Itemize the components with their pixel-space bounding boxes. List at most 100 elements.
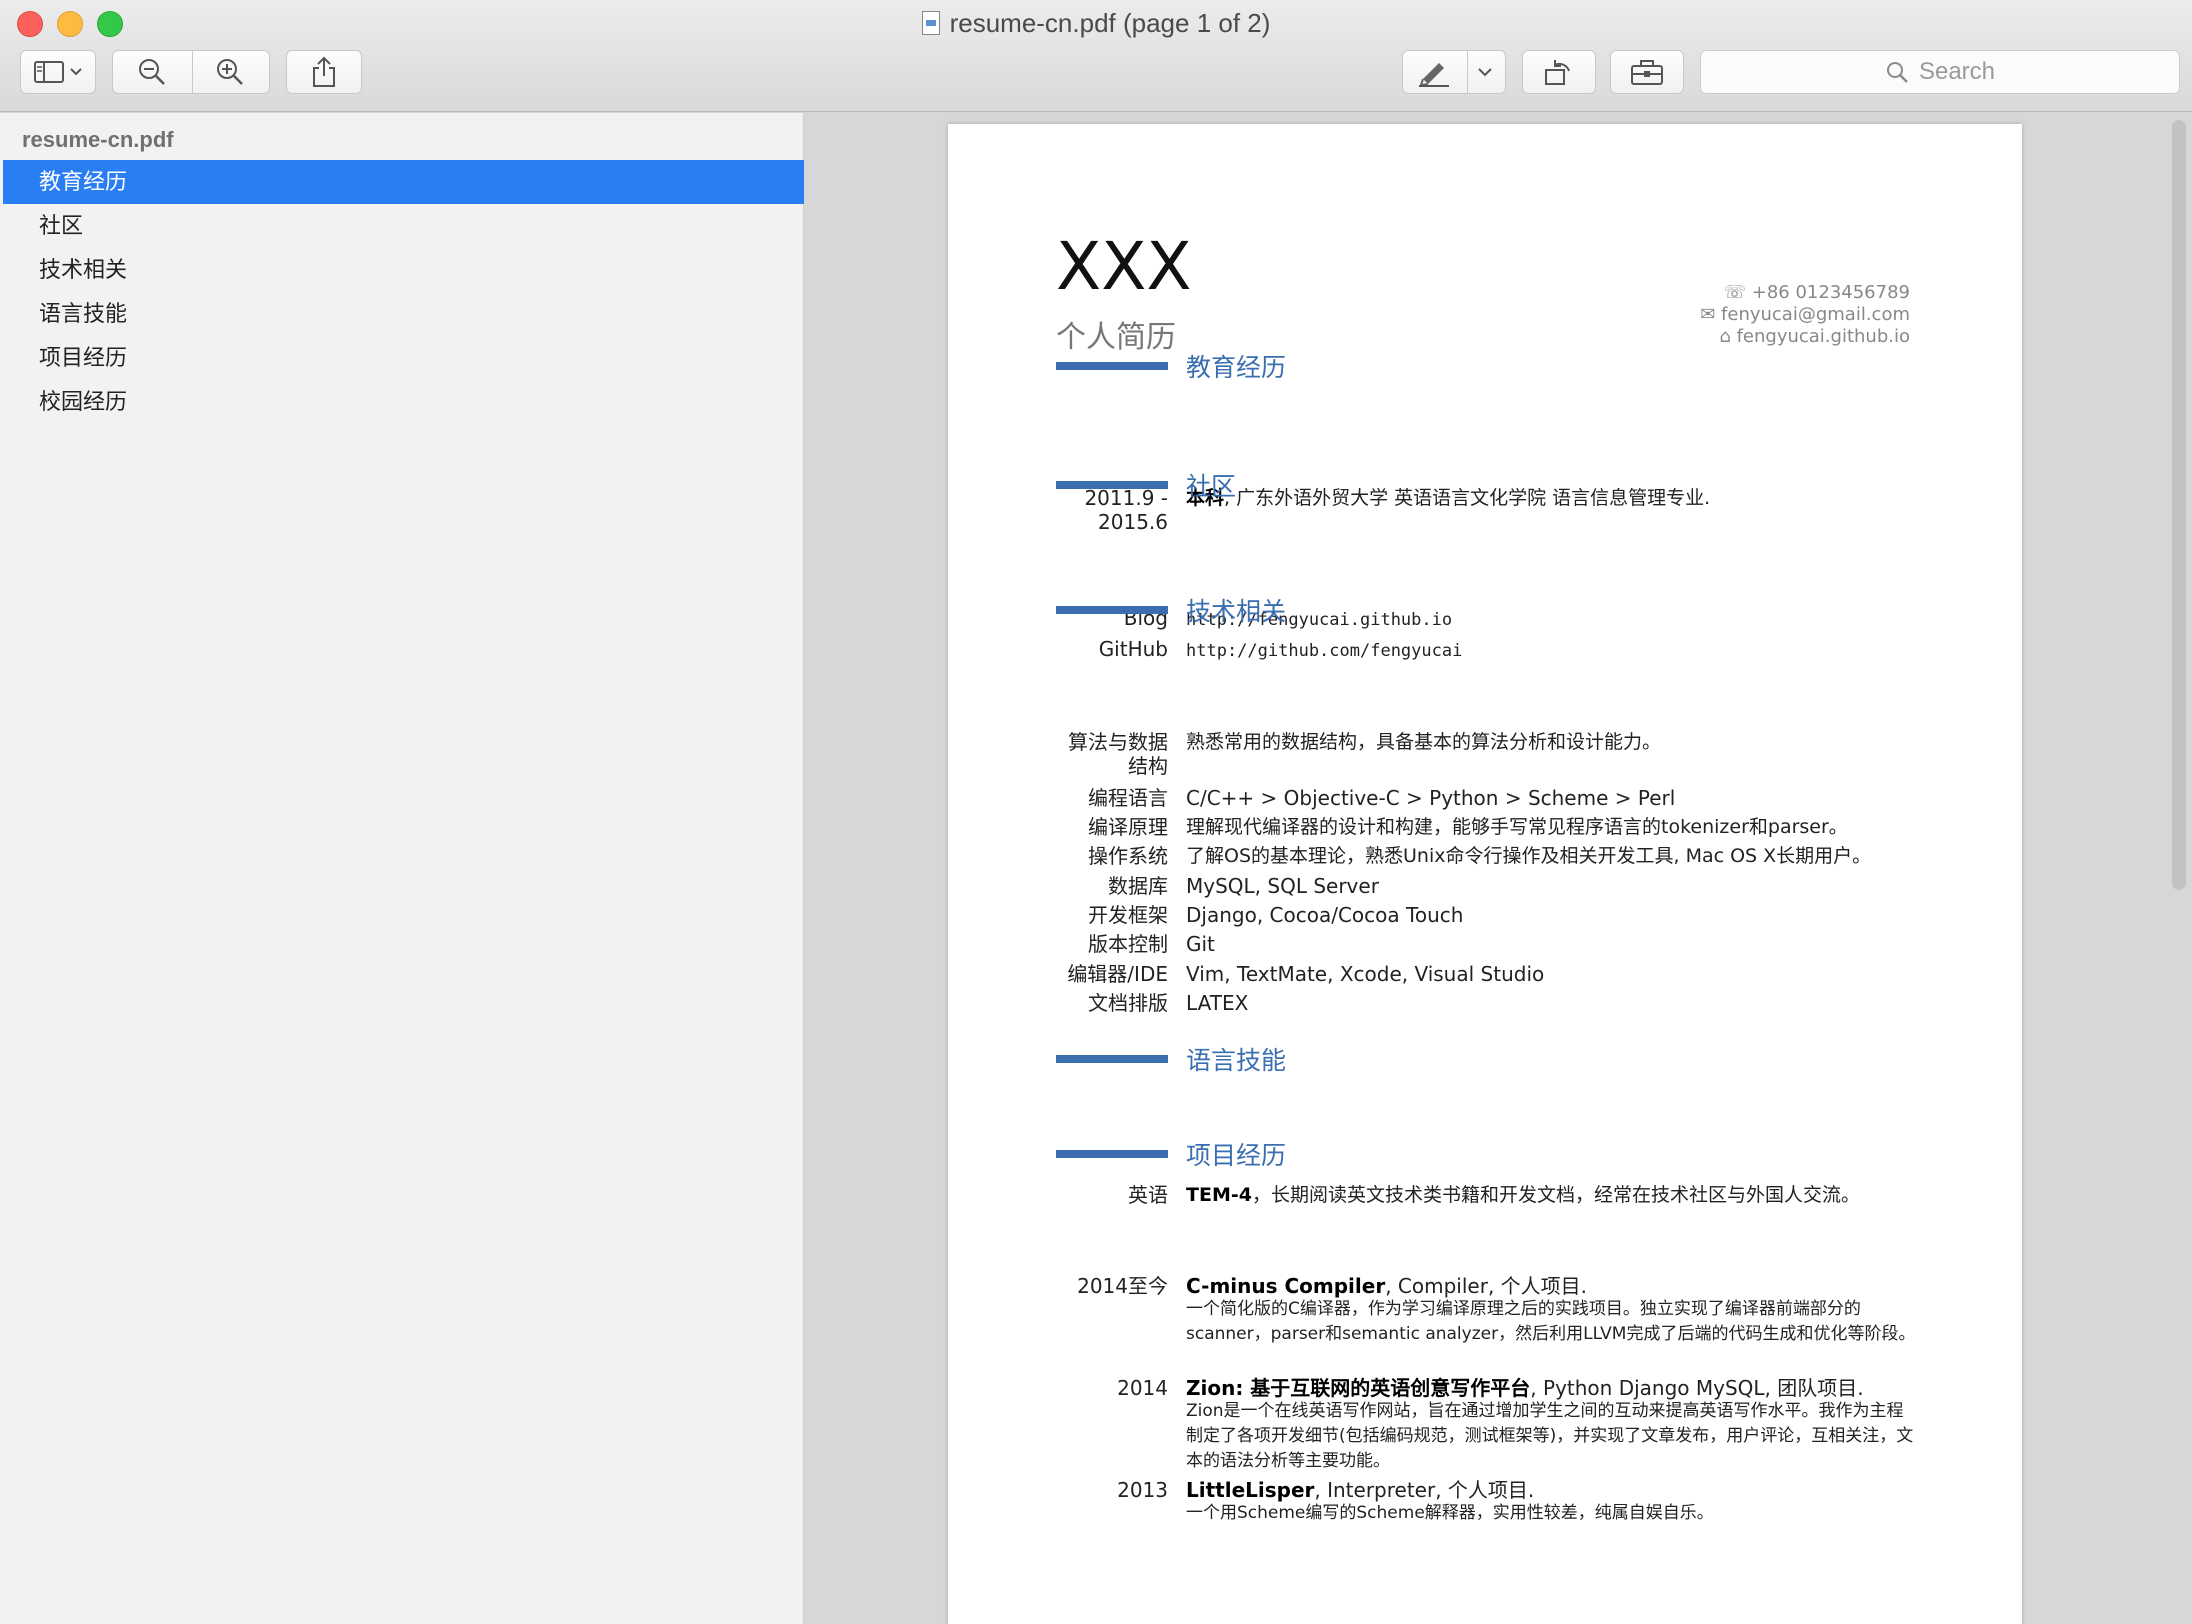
markup-control xyxy=(1402,50,1506,94)
section-title-tech: 技术相关 xyxy=(1186,597,1287,626)
outline-sidebar: resume-cn.pdf 教育经历 社区 技术相关 语言技能 项目经历 校园经… xyxy=(0,113,804,1624)
language-desc: ，长期阅读英文技术类书籍和开发文档，经常在技术社区与外国人交流。 xyxy=(1251,1184,1860,1206)
project-desc: 一个用Scheme编写的Scheme解释器，实用性较差，纯属自娱自乐。 xyxy=(1186,1503,1714,1523)
tech-label-algo: 算法与数据 xyxy=(1068,730,1168,754)
tech-value: LATEX xyxy=(1186,991,1249,1015)
project-desc: Zion是一个在线英语写作网站，旨在通过增加学生之间的互动来提高英语写作水平。我… xyxy=(1186,1401,1914,1471)
project-name: LittleLisper xyxy=(1186,1478,1315,1502)
site-line: ⌂ fengyucai.github.io xyxy=(1700,326,1910,348)
tech-label-algo-cont: 结构 xyxy=(1128,754,1168,778)
project-name: Zion: 基于互联网的英语创意写作平台 xyxy=(1186,1376,1531,1400)
education-date-end: 2015.6 xyxy=(1098,510,1168,534)
phone-number: +86 0123456789 xyxy=(1751,282,1910,303)
tech-label: 开发框架 xyxy=(1088,903,1168,927)
pen-icon xyxy=(1419,63,1450,87)
vertical-scrollbar[interactable] xyxy=(2172,120,2186,890)
tech-value-algo: 熟悉常用的数据结构，具备基本的算法分析和设计能力。 xyxy=(1186,731,1662,753)
phone-line: ☏ +86 0123456789 xyxy=(1700,282,1910,304)
education-date-start: 2011.9 - xyxy=(1084,486,1168,510)
language-detail: TEM-4，长期阅读英文技术类书籍和开发文档，经常在技术社区与外国人交流。 xyxy=(1186,1183,1860,1207)
tech-label: 编译原理 xyxy=(1088,815,1168,839)
outline-item-language[interactable]: 语言技能 xyxy=(3,292,804,336)
section-title-education: 教育经历 xyxy=(1186,353,1287,382)
phone-icon: ☏ xyxy=(1723,282,1752,303)
tech-label: 操作系统 xyxy=(1088,844,1168,868)
tech-label: 编辑器/IDE xyxy=(1067,962,1168,986)
section-rule xyxy=(1056,606,1168,614)
outline-item-education[interactable]: 教育经历 xyxy=(3,160,804,204)
outline-item-community[interactable]: 社区 xyxy=(3,204,804,248)
sidebar-file-name[interactable]: resume-cn.pdf xyxy=(22,127,174,153)
education-school: , 广东外语外贸大学 英语语言文化学院 语言信息管理专业. xyxy=(1224,487,1711,509)
section-rule xyxy=(1056,362,1168,370)
project-name: C-minus Compiler xyxy=(1186,1274,1386,1298)
zoom-in-icon xyxy=(217,59,243,85)
rotate-icon xyxy=(1545,60,1570,85)
project-meta: , Python Django MySQL, 团队项目. xyxy=(1530,1376,1864,1400)
chevron-down-icon xyxy=(1478,68,1493,77)
edit-toolbar-button[interactable] xyxy=(1610,50,1684,94)
resume-subtitle: 个人简历 xyxy=(1056,320,1176,355)
tech-value: MySQL, SQL Server xyxy=(1186,874,1379,898)
zoom-controls xyxy=(112,50,270,94)
section-rule xyxy=(1056,481,1168,489)
outline-item-tech[interactable]: 技术相关 xyxy=(3,248,804,292)
tech-value: 了解OS的基本理论，熟悉Unix命令行操作及相关开发工具, Mac OS X长期… xyxy=(1186,845,1872,867)
project-heading: Zion: 基于互联网的英语创意写作平台, Python Django MySQ… xyxy=(1186,1376,1864,1400)
zoom-in-button[interactable] xyxy=(191,51,269,93)
search-placeholder: Search xyxy=(1918,58,1996,85)
project-date: 2014至今 xyxy=(1077,1274,1168,1298)
language-cert: TEM-4 xyxy=(1186,1184,1252,1206)
community-label-github: GitHub xyxy=(1098,637,1168,661)
section-rule xyxy=(1056,1150,1168,1158)
tech-label: 编程语言 xyxy=(1088,786,1168,810)
tech-value: 理解现代编译器的设计和构建，能够手写常见程序语言的tokenizer和parse… xyxy=(1186,816,1848,838)
tech-value: Django, Cocoa/Cocoa Touch xyxy=(1186,903,1464,927)
website-link[interactable]: fengyucai.github.io xyxy=(1737,326,1910,347)
tech-value: Vim, TextMate, Xcode, Visual Studio xyxy=(1186,962,1545,986)
home-icon: ⌂ xyxy=(1719,326,1737,347)
pdf-page: XXX 个人简历 ☏ +86 0123456789 ✉ fenyucai@gma… xyxy=(948,124,2022,1624)
email-address[interactable]: fenyucai@gmail.com xyxy=(1721,304,1910,325)
window-title-text: resume-cn.pdf (page 1 of 2) xyxy=(949,8,1271,38)
outline-item-campus[interactable]: 校园经历 xyxy=(3,380,804,424)
section-title-projects: 项目经历 xyxy=(1186,1141,1287,1170)
github-link[interactable]: http://github.com/fengyucai xyxy=(1186,639,1462,663)
window-title: resume-cn.pdf (page 1 of 2) xyxy=(0,8,2192,39)
education-detail: 本科, 广东外语外贸大学 英语语言文化学院 语言信息管理专业. xyxy=(1186,486,1710,510)
section-title-community: 社区 xyxy=(1186,472,1237,501)
zoom-out-button[interactable] xyxy=(113,51,191,93)
view-menu-button[interactable] xyxy=(20,50,96,94)
search-field[interactable]: Search xyxy=(1700,50,2180,94)
project-heading: LittleLisper, Interpreter, 个人项目. xyxy=(1186,1478,1534,1502)
project-date: 2013 xyxy=(1117,1478,1168,1502)
share-icon xyxy=(313,56,335,87)
sidebar-toggle-icon xyxy=(34,61,82,83)
window-toolbar: resume-cn.pdf (page 1 of 2) Search xyxy=(0,0,2192,112)
section-title-language: 语言技能 xyxy=(1186,1046,1287,1075)
tech-value: C/C++ > Objective-C > Python > Scheme > … xyxy=(1186,786,1676,810)
email-line: ✉ fenyucai@gmail.com xyxy=(1700,304,1910,326)
project-meta: , Interpreter, 个人项目. xyxy=(1314,1478,1535,1502)
section-rule xyxy=(1056,1055,1168,1063)
highlight-button[interactable] xyxy=(1403,51,1466,93)
tech-label: 数据库 xyxy=(1108,874,1168,898)
contact-block: ☏ +86 0123456789 ✉ fenyucai@gmail.com ⌂ … xyxy=(1700,282,1910,348)
rotate-button[interactable] xyxy=(1522,50,1596,94)
pdf-document-icon xyxy=(921,11,940,35)
search-icon xyxy=(1886,62,1908,83)
share-button[interactable] xyxy=(286,50,362,94)
project-date: 2014 xyxy=(1117,1376,1168,1400)
zoom-out-icon xyxy=(139,59,165,85)
outline-item-projects[interactable]: 项目经历 xyxy=(3,336,804,380)
tech-value: Git xyxy=(1186,932,1215,956)
project-meta: , Compiler, 个人项目. xyxy=(1385,1274,1588,1298)
envelope-icon: ✉ xyxy=(1700,304,1722,325)
markup-dropdown-button[interactable] xyxy=(1466,51,1505,93)
toolbox-icon xyxy=(1631,60,1663,85)
tech-label: 版本控制 xyxy=(1088,932,1168,956)
language-label: 英语 xyxy=(1128,1183,1168,1207)
project-heading: C-minus Compiler, Compiler, 个人项目. xyxy=(1186,1274,1587,1298)
tech-label: 文档排版 xyxy=(1088,991,1168,1015)
resume-name: XXX xyxy=(1056,228,1192,305)
